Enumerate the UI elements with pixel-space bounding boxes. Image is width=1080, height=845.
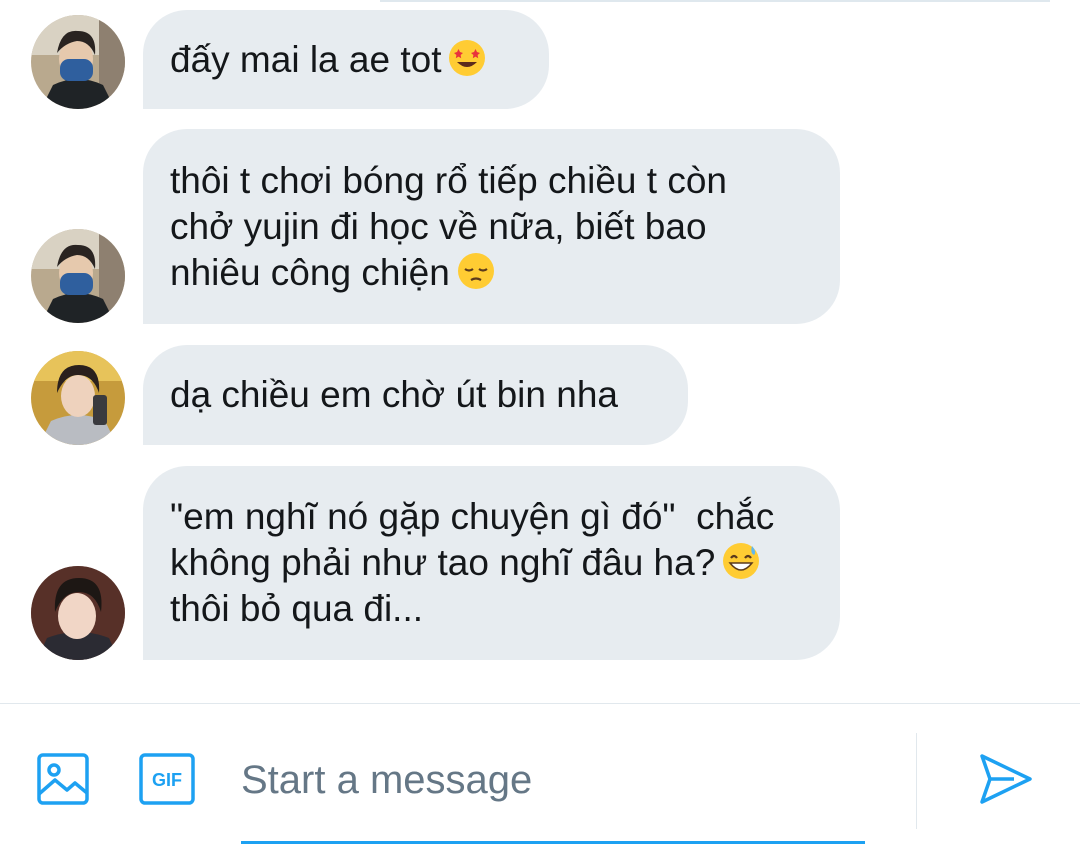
star-struck-emoji (449, 39, 486, 76)
grinning-sweat-emoji (723, 543, 760, 579)
message-bubble[interactable]: thôi t chơi bóng rổ tiếp chiều t còn chở… (143, 129, 840, 324)
image-icon[interactable] (36, 752, 90, 806)
message-text: dạ chiều em chờ út bin nha (170, 374, 618, 415)
composer-divider (0, 703, 1080, 704)
send-divider (916, 733, 917, 829)
message-text: thôi t chơi bóng rổ tiếp chiều t còn chở… (170, 159, 727, 293)
avatar[interactable] (31, 229, 125, 323)
input-underline (241, 841, 865, 844)
message-input-wrapper (241, 735, 865, 844)
avatar[interactable] (31, 351, 125, 445)
message-input[interactable] (241, 745, 861, 815)
gif-label: GIF (152, 770, 182, 790)
avatar[interactable] (31, 15, 125, 109)
message-bubble[interactable]: dạ chiều em chờ út bin nha (143, 345, 688, 445)
gif-icon[interactable]: GIF (138, 752, 196, 806)
send-icon[interactable] (978, 752, 1034, 806)
message-text: đấy mai la ae tot (170, 37, 487, 83)
message-text: "em nghĩ nó gặp chuyện gì đó" chắc không… (170, 496, 775, 629)
message-bubble[interactable]: "em nghĩ nó gặp chuyện gì đó" chắc không… (143, 466, 840, 660)
pensive-face-emoji (457, 252, 494, 289)
message-bubble[interactable]: đấy mai la ae tot (143, 10, 549, 109)
top-divider (380, 0, 1050, 2)
avatar[interactable] (31, 566, 125, 660)
